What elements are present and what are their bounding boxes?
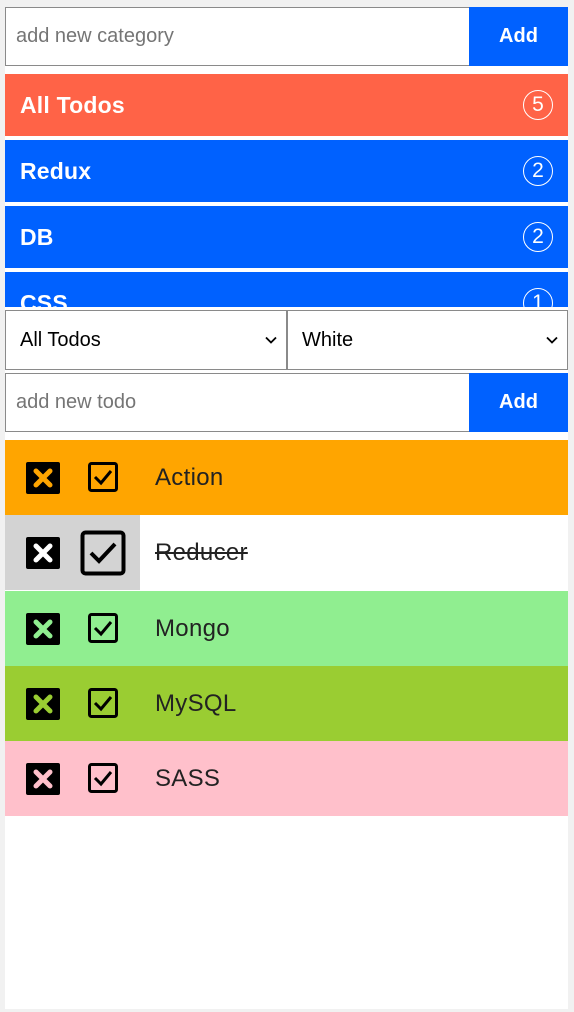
todo-controls	[5, 440, 140, 515]
category-filter-value: All Todos	[20, 328, 101, 351]
category-form: Add	[5, 7, 568, 66]
todo-controls	[5, 741, 140, 816]
category-item-all-todos[interactable]: All Todos 5	[5, 74, 568, 136]
todo-controls	[5, 666, 140, 741]
todo-item-reducer: Reducer	[5, 515, 568, 590]
todo-app: Add All Todos 5 Redux 2 DB 2 CSS 1 All T…	[5, 7, 568, 1009]
category-label: All Todos	[20, 91, 125, 118]
category-item-redux[interactable]: Redux 2	[5, 140, 568, 202]
checkbox-icon[interactable]	[88, 763, 118, 793]
category-item-db[interactable]: DB 2	[5, 206, 568, 268]
checkbox-icon[interactable]	[88, 613, 118, 643]
checkbox-icon[interactable]	[80, 530, 126, 576]
color-filter-select[interactable]: White	[287, 310, 568, 370]
todo-input[interactable]	[5, 373, 469, 432]
category-label: Redux	[20, 157, 92, 184]
todo-controls	[5, 515, 140, 590]
todo-title[interactable]: Action	[155, 464, 224, 492]
close-icon[interactable]	[26, 613, 60, 645]
checkbox-icon[interactable]	[88, 688, 118, 718]
category-label: CSS	[20, 289, 68, 308]
todo-item-action: Action	[5, 440, 568, 515]
close-icon[interactable]	[26, 688, 60, 720]
category-item-css[interactable]: CSS 1	[5, 272, 568, 307]
todo-item-mongo: Mongo	[5, 591, 568, 666]
filter-bar: All Todos White	[5, 310, 568, 370]
add-category-button[interactable]: Add	[469, 7, 568, 66]
category-filter-select[interactable]: All Todos	[5, 310, 287, 370]
color-filter-value: White	[302, 328, 354, 351]
add-todo-button[interactable]: Add	[469, 373, 568, 432]
todo-title[interactable]: Reducer	[155, 539, 248, 567]
chevron-down-icon	[265, 336, 277, 344]
todo-title[interactable]: SASS	[155, 765, 220, 793]
close-icon[interactable]	[26, 763, 60, 795]
close-icon[interactable]	[26, 537, 60, 569]
category-list[interactable]: All Todos 5 Redux 2 DB 2 CSS 1	[5, 74, 568, 307]
todo-title[interactable]: MySQL	[155, 690, 237, 718]
todo-controls	[5, 591, 140, 666]
category-count-badge: 2	[523, 222, 553, 252]
category-input[interactable]	[5, 7, 469, 66]
todo-title[interactable]: Mongo	[155, 615, 230, 643]
todo-item-sass: SASS	[5, 741, 568, 816]
todo-form: Add	[5, 373, 568, 432]
category-label: DB	[20, 223, 54, 250]
category-count-badge: 5	[523, 90, 553, 120]
todo-item-mysql: MySQL	[5, 666, 568, 741]
category-count-badge: 2	[523, 156, 553, 186]
checkbox-icon[interactable]	[88, 462, 118, 492]
chevron-down-icon	[546, 336, 558, 344]
category-count-badge: 1	[523, 288, 553, 307]
close-icon[interactable]	[26, 462, 60, 494]
